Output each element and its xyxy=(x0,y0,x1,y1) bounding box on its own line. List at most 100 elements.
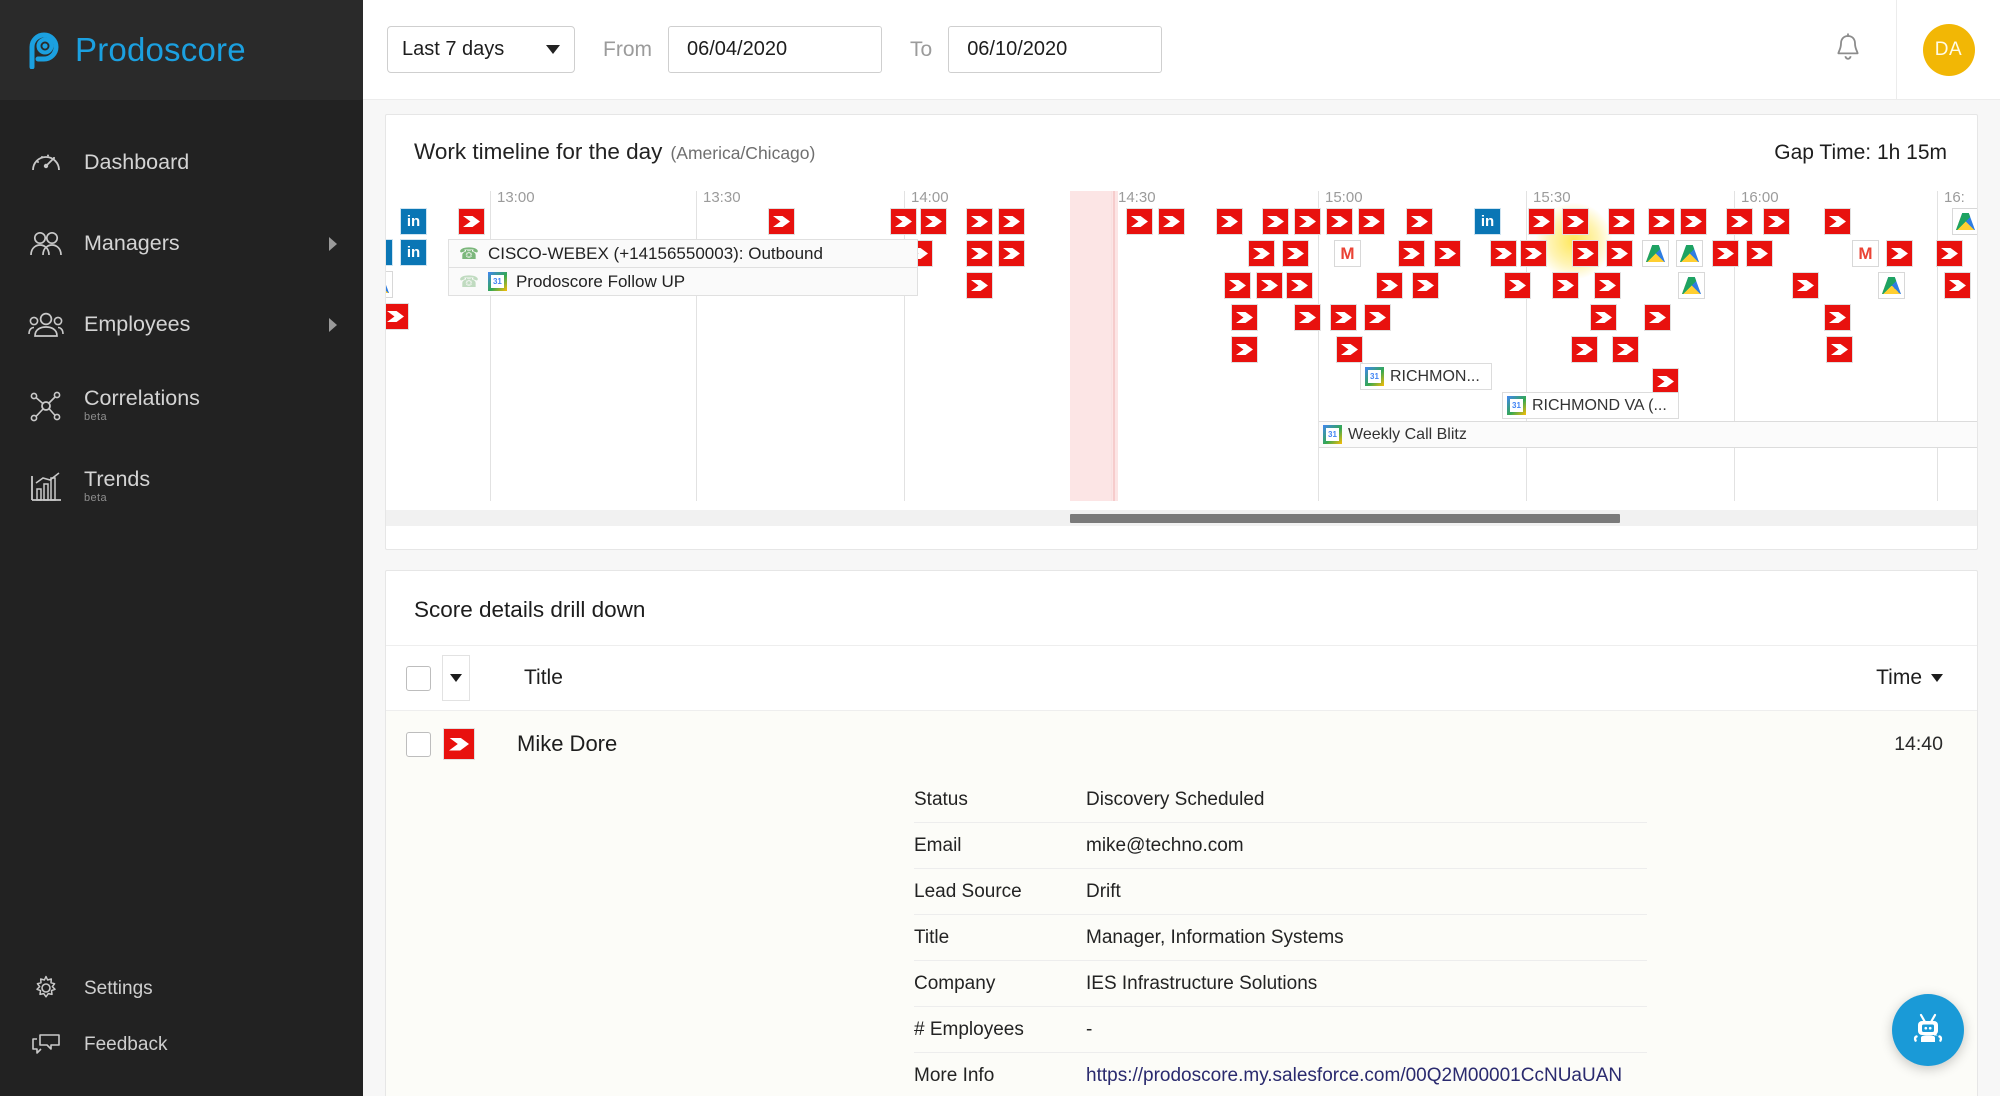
gmail-icon[interactable] xyxy=(1334,240,1361,267)
salesforce-icon[interactable] xyxy=(890,208,917,235)
linkedin-icon[interactable] xyxy=(1474,208,1501,235)
timeline-scroll-thumb[interactable] xyxy=(1070,514,1620,523)
salesforce-icon[interactable] xyxy=(1256,272,1283,299)
salesforce-icon[interactable] xyxy=(1262,208,1289,235)
salesforce-icon[interactable] xyxy=(1224,272,1251,299)
salesforce-icon[interactable] xyxy=(1763,208,1790,235)
date-range-select[interactable]: Last 7 days xyxy=(387,26,575,73)
sidebar-item-employees[interactable]: Employees xyxy=(0,284,363,365)
chevron-right-icon[interactable] xyxy=(329,237,337,251)
salesforce-icon[interactable] xyxy=(1398,240,1425,267)
google-drive-icon[interactable] xyxy=(1878,272,1905,299)
salesforce-icon[interactable] xyxy=(920,208,947,235)
salesforce-icon[interactable] xyxy=(1330,304,1357,331)
salesforce-icon[interactable] xyxy=(966,208,993,235)
salesforce-icon[interactable] xyxy=(1726,208,1753,235)
salesforce-icon[interactable] xyxy=(1792,272,1819,299)
google-drive-icon[interactable] xyxy=(386,271,393,298)
sidebar-item-trends[interactable]: Trends beta xyxy=(0,446,363,527)
salesforce-icon[interactable] xyxy=(386,303,409,330)
salesforce-icon[interactable] xyxy=(1608,208,1635,235)
row-checkbox[interactable] xyxy=(406,732,431,757)
salesforce-icon[interactable] xyxy=(1282,240,1309,267)
salesforce-icon[interactable] xyxy=(966,272,993,299)
salesforce-icon[interactable] xyxy=(998,208,1025,235)
google-drive-icon[interactable] xyxy=(1952,208,1977,235)
salesforce-icon[interactable] xyxy=(768,208,795,235)
bulk-actions-dropdown[interactable] xyxy=(442,655,470,701)
timeline-track[interactable]: 13:00 13:30 14:00 14:30 15:00 15:30 16:0… xyxy=(386,181,1977,526)
salesforce-icon[interactable] xyxy=(1326,208,1353,235)
salesforce-icon[interactable] xyxy=(1824,208,1851,235)
salesforce-icon[interactable] xyxy=(1680,208,1707,235)
google-drive-icon[interactable] xyxy=(1676,240,1703,267)
salesforce-icon[interactable] xyxy=(1824,304,1851,331)
salesforce-icon[interactable] xyxy=(1158,208,1185,235)
column-header-time[interactable]: Time xyxy=(1876,666,1943,690)
salesforce-icon[interactable] xyxy=(1562,208,1589,235)
linkedin-icon[interactable] xyxy=(400,239,427,266)
salesforce-icon[interactable] xyxy=(1552,272,1579,299)
salesforce-icon[interactable] xyxy=(1490,240,1517,267)
timeline-body[interactable]: 13:00 13:30 14:00 14:30 15:00 15:30 16:0… xyxy=(386,181,1977,526)
table-row[interactable]: Mike Dore 14:40 xyxy=(386,711,1977,777)
sidebar-item-dashboard[interactable]: Dashboard xyxy=(0,122,363,203)
sidebar-item-correlations[interactable]: Correlations beta xyxy=(0,365,363,446)
salesforce-icon[interactable] xyxy=(1504,272,1531,299)
salesforce-icon[interactable] xyxy=(1126,208,1153,235)
salesforce-icon[interactable] xyxy=(1528,208,1555,235)
salesforce-icon[interactable] xyxy=(1590,304,1617,331)
salesforce-icon[interactable] xyxy=(1434,240,1461,267)
salesforce-icon[interactable] xyxy=(1248,240,1275,267)
select-all-checkbox[interactable] xyxy=(406,666,431,691)
salesforce-icon[interactable] xyxy=(1406,208,1433,235)
timeline-event-chip[interactable]: 31 RICHMOND VA (... xyxy=(1502,392,1679,419)
salesforce-icon[interactable] xyxy=(1520,240,1547,267)
avatar[interactable]: DA xyxy=(1923,24,1975,76)
salesforce-icon[interactable] xyxy=(1412,272,1439,299)
salesforce-icon[interactable] xyxy=(998,240,1025,267)
salesforce-icon[interactable] xyxy=(1572,240,1599,267)
salesforce-icon[interactable] xyxy=(1644,304,1671,331)
salesforce-icon[interactable] xyxy=(1336,336,1363,363)
user-menu[interactable]: DA xyxy=(1896,0,2000,99)
from-date-input[interactable]: 06/04/2020 xyxy=(668,26,882,73)
salesforce-icon[interactable] xyxy=(1376,272,1403,299)
chat-widget-button[interactable] xyxy=(1892,994,1964,1066)
sidebar-item-settings[interactable]: Settings xyxy=(0,960,363,1016)
chevron-right-icon[interactable] xyxy=(329,318,337,332)
salesforce-icon[interactable] xyxy=(1358,208,1385,235)
salesforce-icon[interactable] xyxy=(1294,304,1321,331)
salesforce-icon[interactable] xyxy=(1712,240,1739,267)
salesforce-icon[interactable] xyxy=(1231,304,1258,331)
salesforce-icon[interactable] xyxy=(1652,368,1679,395)
google-drive-icon[interactable] xyxy=(1642,240,1669,267)
sidebar-item-managers[interactable]: Managers xyxy=(0,203,363,284)
salesforce-icon[interactable] xyxy=(1886,240,1913,267)
salesforce-icon[interactable] xyxy=(1594,272,1621,299)
linkedin-icon[interactable] xyxy=(386,239,393,266)
google-drive-icon[interactable] xyxy=(1678,272,1705,299)
salesforce-icon[interactable] xyxy=(1936,240,1963,267)
timeline-event-chip[interactable]: 31 RICHMON... xyxy=(1360,363,1492,390)
detail-value-link[interactable]: https://prodoscore.my.salesforce.com/00Q… xyxy=(1086,1065,1622,1087)
salesforce-icon[interactable] xyxy=(1826,336,1853,363)
salesforce-icon[interactable] xyxy=(458,208,485,235)
salesforce-icon[interactable] xyxy=(1216,208,1243,235)
salesforce-icon[interactable] xyxy=(1606,240,1633,267)
timeline-event-chip[interactable]: 31 Weekly Call Blitz xyxy=(1319,421,1977,448)
salesforce-icon[interactable] xyxy=(1746,240,1773,267)
salesforce-icon[interactable] xyxy=(1648,208,1675,235)
salesforce-icon[interactable] xyxy=(1286,272,1313,299)
brand-logo[interactable]: Prodoscore xyxy=(0,0,363,100)
salesforce-icon[interactable] xyxy=(1231,336,1258,363)
salesforce-icon[interactable] xyxy=(1294,208,1321,235)
gmail-icon[interactable] xyxy=(1852,240,1879,267)
sidebar-item-feedback[interactable]: Feedback xyxy=(0,1016,363,1072)
salesforce-icon[interactable] xyxy=(1944,272,1971,299)
linkedin-icon[interactable] xyxy=(400,208,427,235)
salesforce-icon[interactable] xyxy=(1612,336,1639,363)
salesforce-icon[interactable] xyxy=(1364,304,1391,331)
timeline-scrollbar[interactable] xyxy=(386,510,1977,526)
to-date-input[interactable]: 06/10/2020 xyxy=(948,26,1162,73)
